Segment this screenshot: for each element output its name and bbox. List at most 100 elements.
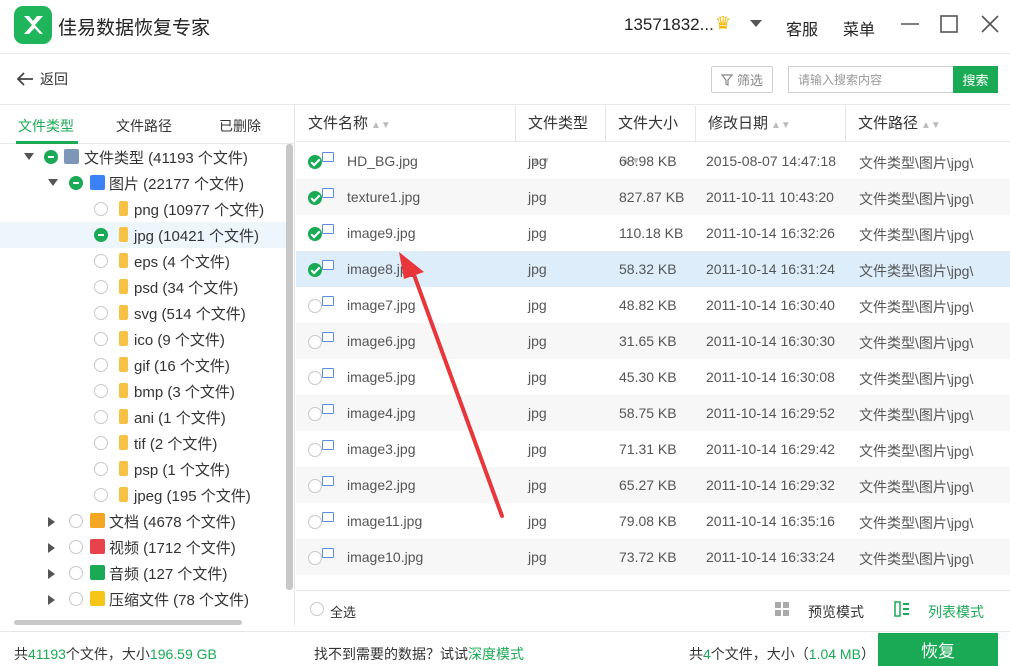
table-row[interactable]: image10.jpg jpg 73.72 KB 2011-10-14 16:33:2… xyxy=(296,539,1010,575)
tree-checkbox[interactable] xyxy=(94,488,108,502)
tree-checkbox[interactable] xyxy=(94,254,108,268)
filter-button[interactable]: 筛选 xyxy=(711,66,773,93)
tree-item[interactable]: ico (9 个文件) xyxy=(0,326,286,352)
expand-arrow-icon[interactable] xyxy=(48,543,55,553)
tree-checkbox[interactable] xyxy=(94,410,108,424)
tree-checkbox[interactable] xyxy=(69,514,83,528)
table-row[interactable]: HD_BG.jpg jpg 68.98 KB 2015-08-07 14:47:18 文… xyxy=(296,143,1010,179)
table-row[interactable]: image3.jpg jpg 71.31 KB 2011-10-14 16:29:42… xyxy=(296,431,1010,467)
title-bar: 佳易数据恢复专家 13571832... ♛ 客服 菜单 xyxy=(0,0,1010,54)
expand-arrow-icon[interactable] xyxy=(48,517,55,527)
tree-vertical-scrollbar[interactable] xyxy=(286,144,293,590)
tree-checkbox[interactable] xyxy=(69,592,83,606)
row-checkbox[interactable] xyxy=(308,263,322,277)
expand-arrow-icon[interactable] xyxy=(48,595,55,605)
tab-file-path[interactable]: 文件路径 xyxy=(116,116,172,136)
column-path[interactable]: 文件路径 ▲▼ xyxy=(846,106,1010,142)
preview-mode-button[interactable]: 预览模式 xyxy=(808,602,864,622)
tree-item[interactable]: jpg (10421 个文件) xyxy=(0,222,286,248)
row-checkbox[interactable] xyxy=(308,515,322,529)
table-row[interactable]: image8.jpg jpg 58.32 KB 2011-10-14 16:31:24… xyxy=(296,251,1010,287)
tree-item[interactable]: jpeg (195 个文件) xyxy=(0,482,286,508)
row-checkbox[interactable] xyxy=(308,155,322,169)
tree-item[interactable]: psd (34 个文件) xyxy=(0,274,286,300)
back-button[interactable]: 返回 xyxy=(16,69,68,89)
tree-item[interactable]: bmp (3 个文件) xyxy=(0,378,286,404)
row-checkbox[interactable] xyxy=(308,479,322,493)
customer-service-link[interactable]: 客服 xyxy=(786,16,818,40)
tree-checkbox[interactable] xyxy=(69,566,83,580)
tree-item[interactable]: eps (4 个文件) xyxy=(0,248,286,274)
deep-mode-link[interactable]: 深度模式 xyxy=(468,646,524,662)
table-row[interactable]: image4.jpg jpg 58.75 KB 2011-10-14 16:29:52… xyxy=(296,395,1010,431)
row-checkbox[interactable] xyxy=(308,371,322,385)
tree-item[interactable]: gif (16 个文件) xyxy=(0,352,286,378)
search-input[interactable] xyxy=(788,66,954,93)
list-mode-button[interactable]: 列表模式 xyxy=(928,602,984,622)
tree-checkbox[interactable] xyxy=(44,150,58,164)
tree-checkbox[interactable] xyxy=(94,228,108,242)
tree-item[interactable]: png (10977 个文件) xyxy=(0,196,286,222)
column-date[interactable]: 修改日期 ▲▼ xyxy=(696,106,846,142)
tree-checkbox[interactable] xyxy=(94,436,108,450)
recover-button[interactable]: 恢复 xyxy=(878,633,998,666)
table-row[interactable]: image7.jpg jpg 48.82 KB 2011-10-14 16:30:40… xyxy=(296,287,1010,323)
close-button[interactable] xyxy=(978,12,1002,36)
row-checkbox[interactable] xyxy=(308,227,322,241)
table-row[interactable]: image2.jpg jpg 65.27 KB 2011-10-14 16:29:32… xyxy=(296,467,1010,503)
row-checkbox[interactable] xyxy=(308,443,322,457)
grid-view-icon[interactable] xyxy=(774,601,790,617)
search-button[interactable]: 搜索 xyxy=(953,66,998,93)
tree-checkbox[interactable] xyxy=(94,202,108,216)
table-row[interactable]: image5.jpg jpg 45.30 KB 2011-10-14 16:30:08… xyxy=(296,359,1010,395)
tab-deleted[interactable]: 已删除 xyxy=(219,116,261,136)
select-all-label[interactable]: 全选 xyxy=(330,602,356,621)
tree-item[interactable]: svg (514 个文件) xyxy=(0,300,286,326)
row-checkbox[interactable] xyxy=(308,299,322,313)
collapse-arrow-icon[interactable] xyxy=(24,153,34,160)
row-checkbox[interactable] xyxy=(308,191,322,205)
table-row[interactable]: texture1.jpg jpg 827.87 KB 2011-10-11 10:43… xyxy=(296,179,1010,215)
row-checkbox[interactable] xyxy=(308,407,322,421)
tree-checkbox[interactable] xyxy=(94,332,108,346)
total-file-count: 41193 xyxy=(28,646,66,662)
tree-item[interactable]: tif (2 个文件) xyxy=(0,430,286,456)
account-name[interactable]: 13571832... xyxy=(624,15,714,35)
tree-horizontal-scrollbar[interactable] xyxy=(14,620,242,625)
column-type[interactable]: 文件类型▲▼ xyxy=(516,106,606,167)
table-row[interactable]: image11.jpg jpg 79.08 KB 2011-10-14 16:35:1… xyxy=(296,503,1010,539)
tree-item[interactable]: psp (1 个文件) xyxy=(0,456,286,482)
tree-checkbox[interactable] xyxy=(94,358,108,372)
table-row[interactable]: image6.jpg jpg 31.65 KB 2011-10-14 16:30:30… xyxy=(296,323,1010,359)
select-all-checkbox[interactable] xyxy=(310,602,324,616)
tree-item[interactable]: 压缩文件 (78 个文件) xyxy=(0,586,286,612)
minimize-button[interactable] xyxy=(898,12,922,36)
tree-checkbox[interactable] xyxy=(94,384,108,398)
tree-checkbox[interactable] xyxy=(94,280,108,294)
maximize-button[interactable] xyxy=(937,12,961,36)
tree-item[interactable]: 文档 (4678 个文件) xyxy=(0,508,286,534)
list-view-icon[interactable] xyxy=(894,601,910,617)
row-checkbox[interactable] xyxy=(308,335,322,349)
file-name: image6.jpg xyxy=(347,333,416,349)
column-name[interactable]: 文件名称 ▲▼ xyxy=(296,106,516,142)
tab-file-type[interactable]: 文件类型 xyxy=(18,116,74,136)
tree-item[interactable]: ani (1 个文件) xyxy=(0,404,286,430)
file-name: texture1.jpg xyxy=(347,189,421,205)
tree-checkbox[interactable] xyxy=(94,306,108,320)
table-row[interactable]: image9.jpg jpg 110.18 KB 2011-10-14 16:32:2… xyxy=(296,215,1010,251)
tree-item[interactable]: 文件类型 (41193 个文件) xyxy=(0,144,286,170)
account-dropdown-icon[interactable] xyxy=(750,20,762,27)
tree-checkbox[interactable] xyxy=(94,462,108,476)
row-checkbox[interactable] xyxy=(308,551,322,565)
folder-icon xyxy=(119,409,128,424)
expand-arrow-icon[interactable] xyxy=(48,569,55,579)
column-size[interactable]: 文件大小▲▼ xyxy=(606,106,696,167)
tree-item[interactable]: 图片 (22177 个文件) xyxy=(0,170,286,196)
menu-link[interactable]: 菜单 xyxy=(843,16,875,40)
tree-item[interactable]: 视频 (1712 个文件) xyxy=(0,534,286,560)
tree-checkbox[interactable] xyxy=(69,176,83,190)
collapse-arrow-icon[interactable] xyxy=(48,179,58,186)
tree-item[interactable]: 音频 (127 个文件) xyxy=(0,560,286,586)
tree-checkbox[interactable] xyxy=(69,540,83,554)
